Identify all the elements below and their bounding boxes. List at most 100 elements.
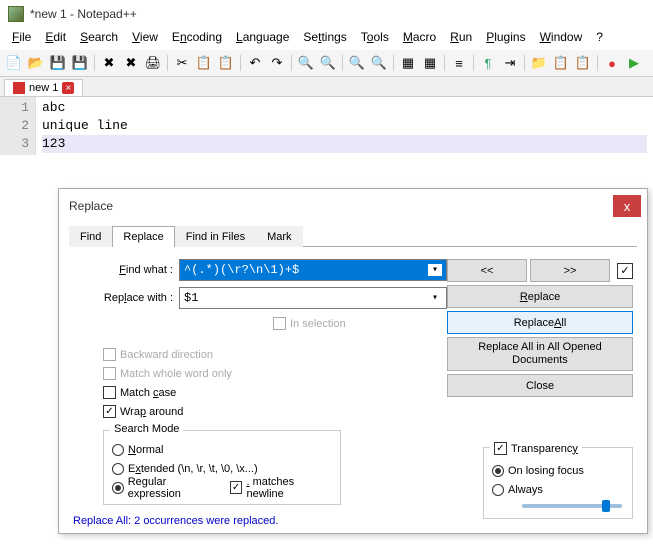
sync-h-icon[interactable]: ▦ xyxy=(420,53,440,73)
always-label: Always xyxy=(508,484,543,496)
tab-close-icon[interactable]: × xyxy=(62,82,74,94)
menu-bar: File Edit Search View Encoding Language … xyxy=(0,26,653,50)
print-icon[interactable]: 🖨 xyxy=(143,53,163,73)
menu-view[interactable]: View xyxy=(126,28,164,46)
dialog-title-bar[interactable]: Replace x xyxy=(59,189,647,219)
transparency-label: Transparency xyxy=(511,443,578,455)
close-all-icon[interactable]: ✖ xyxy=(121,53,141,73)
save-icon[interactable]: 💾 xyxy=(48,53,68,73)
unsaved-icon xyxy=(13,82,25,94)
close-icon[interactable]: ✖ xyxy=(99,53,119,73)
tab-mark[interactable]: Mark xyxy=(256,226,302,247)
menu-window[interactable]: Window xyxy=(534,28,589,46)
menu-help[interactable]: ? xyxy=(590,28,609,46)
cut-icon[interactable]: ✂ xyxy=(172,53,192,73)
in-selection-checkbox xyxy=(273,317,286,330)
transparency-group: ✓ Transparency On losing focus Always xyxy=(483,447,633,519)
dialog-title: Replace xyxy=(69,199,613,213)
paste-icon[interactable]: 📋 xyxy=(216,53,236,73)
menu-encoding[interactable]: Encoding xyxy=(166,28,228,46)
code-area[interactable]: abc unique line 123 xyxy=(36,97,653,155)
backward-label: Backward direction xyxy=(120,349,213,361)
menu-run[interactable]: Run xyxy=(444,28,478,46)
new-file-icon[interactable]: 📄 xyxy=(4,53,24,73)
indent-icon[interactable]: ⇥ xyxy=(500,53,520,73)
dropdown-arrow-icon[interactable]: ▾ xyxy=(428,292,442,304)
wrap-icon[interactable]: ≡ xyxy=(449,53,469,73)
editor[interactable]: 1 2 3 abc unique line 123 xyxy=(0,97,653,155)
transparency-checkbox[interactable]: ✓ xyxy=(494,442,507,455)
window-title: *new 1 - Notepad++ xyxy=(30,7,137,21)
tab-find[interactable]: Find xyxy=(69,226,112,247)
toolbar: 📄 📂 💾 💾 ✖ ✖ 🖨 ✂ 📋 📋 ↶ ↷ 🔍 🔍 🔍 🔍 ▦ ▦ ≡ ¶ … xyxy=(0,50,653,77)
dropdown-arrow-icon[interactable]: ▾ xyxy=(428,264,442,276)
doc-map-icon[interactable]: 📋 xyxy=(551,53,571,73)
replace-with-input[interactable]: $1 ▾ xyxy=(179,287,447,309)
play-icon[interactable]: ▶ xyxy=(624,53,644,73)
find-prev-button[interactable]: << xyxy=(447,259,527,282)
record-icon[interactable]: ● xyxy=(602,53,622,73)
menu-file[interactable]: File xyxy=(6,28,37,46)
normal-radio[interactable] xyxy=(112,444,124,456)
direction-lock-checkbox[interactable]: ✓ xyxy=(617,263,633,279)
file-tab[interactable]: new 1 × xyxy=(4,79,83,96)
title-bar: *new 1 - Notepad++ xyxy=(0,0,653,26)
close-button[interactable]: Close xyxy=(447,374,633,397)
tab-replace[interactable]: Replace xyxy=(112,226,174,247)
redo-icon[interactable]: ↷ xyxy=(267,53,287,73)
tab-find-in-files[interactable]: Find in Files xyxy=(175,226,256,247)
zoom-in-icon[interactable]: 🔍 xyxy=(347,53,367,73)
find-next-button[interactable]: >> xyxy=(530,259,610,282)
slider-thumb[interactable] xyxy=(602,500,610,512)
on-losing-focus-radio[interactable] xyxy=(492,465,504,477)
save-all-icon[interactable]: 💾 xyxy=(70,53,90,73)
func-list-icon[interactable]: 📋 xyxy=(573,53,593,73)
find-what-input[interactable]: ^(.*)(\r?\n\1)+$ ▾ xyxy=(179,259,447,281)
sync-v-icon[interactable]: ▦ xyxy=(398,53,418,73)
tab-label: new 1 xyxy=(29,82,58,94)
menu-macro[interactable]: Macro xyxy=(397,28,442,46)
menu-tools[interactable]: Tools xyxy=(355,28,395,46)
replace-button[interactable]: Replace xyxy=(447,285,633,308)
normal-label: Normal xyxy=(128,444,163,456)
zoom-out-icon[interactable]: 🔍 xyxy=(369,53,389,73)
code-line[interactable]: unique line xyxy=(42,117,647,135)
in-selection-label: In selection xyxy=(290,318,346,330)
tab-bar: new 1 × xyxy=(0,77,653,97)
dialog-close-button[interactable]: x xyxy=(613,195,641,217)
folder-icon[interactable]: 📁 xyxy=(529,53,549,73)
undo-icon[interactable]: ↶ xyxy=(245,53,265,73)
open-file-icon[interactable]: 📂 xyxy=(26,53,46,73)
replace-icon[interactable]: 🔍 xyxy=(318,53,338,73)
match-case-checkbox[interactable] xyxy=(103,386,116,399)
matches-newline-label: . matches newline xyxy=(246,476,332,500)
copy-icon[interactable]: 📋 xyxy=(194,53,214,73)
menu-language[interactable]: Language xyxy=(230,28,295,46)
match-whole-label: Match whole word only xyxy=(120,368,232,380)
code-line[interactable]: 123 xyxy=(42,135,647,153)
extended-radio[interactable] xyxy=(112,463,124,475)
show-all-icon[interactable]: ¶ xyxy=(478,53,498,73)
replace-all-button[interactable]: Replace All xyxy=(447,311,633,334)
menu-settings[interactable]: Settings xyxy=(297,28,352,46)
on-losing-focus-label: On losing focus xyxy=(508,465,584,477)
backward-checkbox xyxy=(103,348,116,361)
regex-label: Regular expression xyxy=(128,476,220,500)
replace-all-opened-button[interactable]: Replace All in All Opened Documents xyxy=(447,337,633,371)
menu-plugins[interactable]: Plugins xyxy=(480,28,531,46)
wrap-around-checkbox[interactable]: ✓ xyxy=(103,405,116,418)
app-icon xyxy=(8,6,24,22)
menu-search[interactable]: Search xyxy=(74,28,124,46)
replace-dialog: Replace x Find Replace Find in Files Mar… xyxy=(58,188,648,534)
search-mode-title: Search Mode xyxy=(110,423,183,435)
always-radio[interactable] xyxy=(492,484,504,496)
match-case-label: Match case xyxy=(120,387,176,399)
transparency-slider[interactable] xyxy=(522,504,622,508)
matches-newline-checkbox[interactable]: ✓ xyxy=(230,481,243,494)
code-line[interactable]: abc xyxy=(42,99,647,117)
find-icon[interactable]: 🔍 xyxy=(296,53,316,73)
wrap-around-label: Wrap around xyxy=(120,406,183,418)
regex-radio[interactable] xyxy=(112,482,124,494)
menu-edit[interactable]: Edit xyxy=(39,28,72,46)
replace-with-label: Replace with : xyxy=(73,292,179,304)
